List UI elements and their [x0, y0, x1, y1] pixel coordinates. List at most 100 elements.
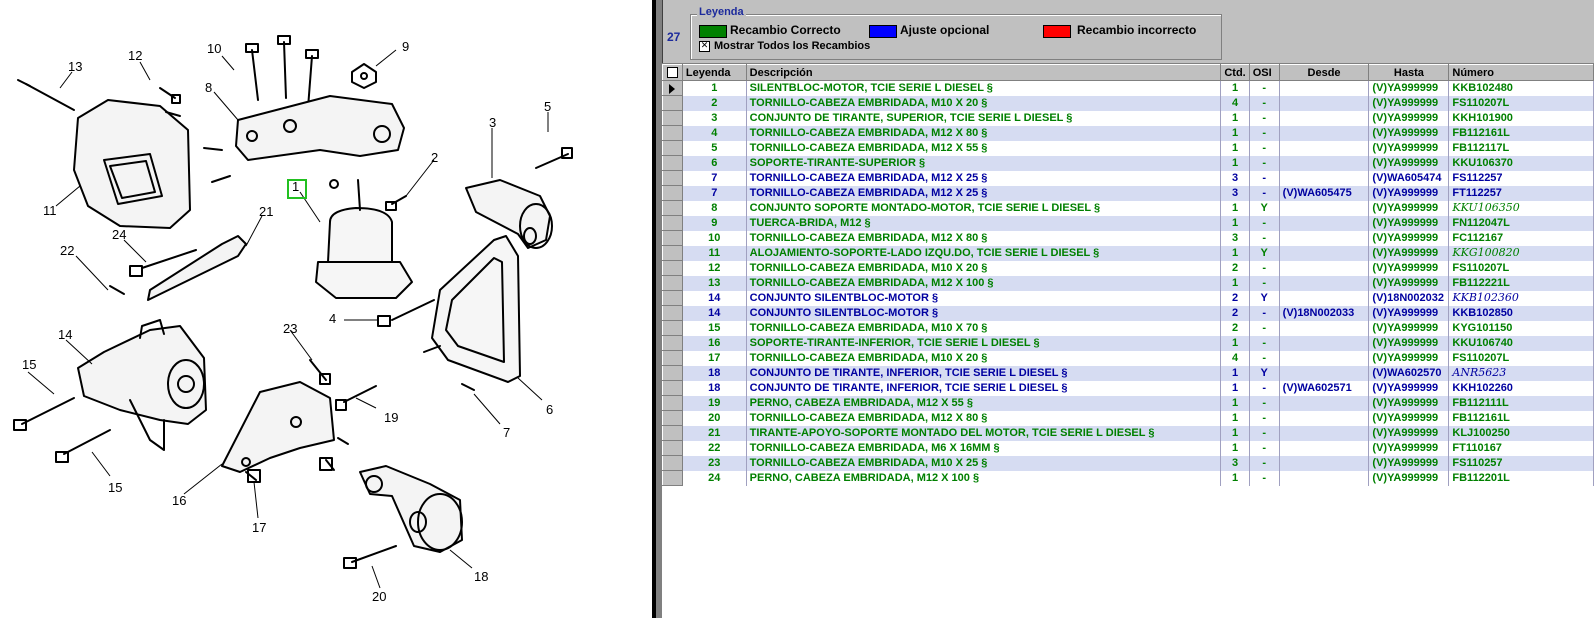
table-row[interactable]: 6 SOPORTE-TIRANTE-SUPERIOR § 1- (V)YA999999… [662, 155, 1594, 171]
cell-osi: - [1249, 155, 1280, 171]
callout-2[interactable]: 2 [431, 150, 438, 165]
cell-osi: - [1249, 380, 1280, 396]
callout-17[interactable]: 17 [252, 520, 266, 535]
table-row[interactable]: 14 CONJUNTO SILENTBLOC-MOTOR § 2 Y (V)18N002… [662, 290, 1594, 306]
select-all-header[interactable] [662, 64, 683, 81]
table-row[interactable]: 7 TORNILLO-CABEZA EMBRIDADA, M12 X 25 § 3-… [662, 185, 1594, 201]
table-row[interactable]: 13 TORNILLO-CABEZA EMBRIDADA, M12 X 100 §… [662, 275, 1594, 291]
callout-12[interactable]: 12 [128, 48, 142, 63]
cell-hasta: (V)YA999999 [1368, 335, 1450, 351]
cell-leyenda: 21 [682, 425, 747, 441]
select-all-checkbox[interactable] [667, 67, 678, 79]
cell-osi: - [1249, 80, 1280, 96]
callout-15[interactable]: 15 [22, 357, 36, 372]
table-row[interactable]: 11 ALOJAMIENTO-SOPORTE-LADO IZQU.DO, TCIE… [662, 245, 1594, 261]
cell-desde [1279, 365, 1370, 381]
callout-21[interactable]: 21 [259, 204, 273, 219]
cell-numero: FS110207L [1448, 350, 1594, 366]
cell-ctd: 1 [1220, 155, 1250, 171]
callout-18[interactable]: 18 [474, 569, 488, 584]
table-row[interactable]: 7 TORNILLO-CABEZA EMBRIDADA, M12 X 25 § 3-… [662, 170, 1594, 186]
cell-ctd: 2 [1220, 305, 1250, 321]
table-row[interactable]: 19 PERNO, CABEZA EMBRIDADA, M12 X 55 § 1- (… [662, 395, 1594, 411]
callout-15b[interactable]: 15 [108, 480, 122, 495]
table-row[interactable]: 21 TIRANTE-APOYO-SOPORTE MONTADO DEL MOTO… [662, 425, 1594, 441]
col-header-numero[interactable]: Número [1448, 64, 1594, 81]
callout-7[interactable]: 7 [503, 425, 510, 440]
callout-4[interactable]: 4 [329, 311, 336, 326]
row-header [662, 425, 683, 441]
cell-osi: - [1249, 455, 1280, 471]
callout-5[interactable]: 5 [544, 99, 551, 114]
col-header-osi[interactable]: OSI [1248, 64, 1280, 81]
table-row[interactable]: 12 TORNILLO-CABEZA EMBRIDADA, M10 X 20 § 2… [662, 260, 1594, 276]
callout-23[interactable]: 23 [283, 321, 297, 336]
legend-label-correct: Recambio Correcto [730, 23, 841, 37]
callout-11[interactable]: 11 [43, 203, 57, 218]
show-all-checkbox[interactable]: ✕ Mostrar Todos los Recambios [699, 40, 870, 52]
table-row[interactable]: 17 TORNILLO-CABEZA EMBRIDADA, M10 X 20 § 4… [662, 350, 1594, 366]
table-row[interactable]: 10 TORNILLO-CABEZA EMBRIDADA, M12 X 80 § 3… [662, 230, 1594, 246]
row-header [662, 335, 683, 351]
col-header-descripcion[interactable]: Descripción [745, 64, 1222, 81]
cell-osi: - [1249, 230, 1280, 246]
table-row[interactable]: 16 SOPORTE-TIRANTE-INFERIOR, TCIE SERIE L… [662, 335, 1594, 351]
cell-desde: (V)18N002033 [1279, 305, 1370, 321]
cell-desde [1279, 440, 1370, 456]
table-row[interactable]: 23 TORNILLO-CABEZA EMBRIDADA, M10 X 25 § 3… [662, 455, 1594, 471]
callout-10[interactable]: 10 [207, 41, 221, 56]
table-row[interactable]: 4 TORNILLO-CABEZA EMBRIDADA, M12 X 80 § 1-… [662, 125, 1594, 141]
cell-numero: FS110207L [1448, 260, 1594, 276]
cell-desde [1279, 215, 1370, 231]
cell-ctd: 1 [1220, 215, 1250, 231]
callout-24[interactable]: 24 [112, 227, 126, 242]
cell-descripcion: TORNILLO-CABEZA EMBRIDADA, M10 X 20 § [746, 260, 1222, 276]
cell-osi: Y [1249, 245, 1280, 261]
cell-hasta: (V)YA999999 [1368, 200, 1450, 216]
table-row[interactable]: 5 TORNILLO-CABEZA EMBRIDADA, M12 X 55 § 1-… [662, 140, 1594, 156]
callout-9[interactable]: 9 [402, 39, 409, 54]
callout-1[interactable]: 1 [292, 179, 299, 194]
checkbox-check-icon[interactable]: ✕ [699, 40, 710, 52]
table-row[interactable]: 22 TORNILLO-CABEZA EMBRIDADA, M6 X 16MM §… [662, 440, 1594, 456]
table-row[interactable]: 18 CONJUNTO DE TIRANTE, INFERIOR, TCIE SE… [662, 380, 1594, 396]
callout-16[interactable]: 16 [172, 493, 186, 508]
cell-descripcion: SOPORTE-TIRANTE-SUPERIOR § [746, 155, 1222, 171]
legend-swatch-optional [869, 25, 897, 38]
table-row[interactable]: 24 PERNO, CABEZA EMBRIDADA, M12 X 100 § 1-… [662, 470, 1594, 486]
row-header [662, 395, 683, 411]
cell-descripcion: PERNO, CABEZA EMBRIDADA, M12 X 100 § [746, 470, 1222, 486]
table-row[interactable]: 20 TORNILLO-CABEZA EMBRIDADA, M12 X 80 § 1… [662, 410, 1594, 426]
callout-14[interactable]: 14 [58, 327, 72, 342]
cell-desde [1279, 155, 1370, 171]
cell-descripcion: ALOJAMIENTO-SOPORTE-LADO IZQU.DO, TCIE S… [746, 245, 1222, 261]
table-row[interactable]: 3 CONJUNTO DE TIRANTE, SUPERIOR, TCIE SER… [662, 110, 1594, 126]
cell-desde [1279, 125, 1370, 141]
callout-6[interactable]: 6 [546, 402, 553, 417]
col-header-hasta[interactable]: Hasta [1368, 64, 1450, 81]
callout-13[interactable]: 13 [68, 59, 82, 74]
table-row[interactable]: 14 CONJUNTO SILENTBLOC-MOTOR § 2- (V)18N002… [662, 305, 1594, 321]
cell-leyenda: 9 [682, 215, 747, 231]
callout-22[interactable]: 22 [60, 243, 74, 258]
table-row[interactable]: 1 SILENTBLOC-MOTOR, TCIE SERIE L DIESEL §… [662, 80, 1594, 96]
col-header-ctd[interactable]: Ctd. [1220, 64, 1250, 81]
current-row-arrow-icon [669, 83, 676, 94]
table-row[interactable]: 18 CONJUNTO DE TIRANTE, INFERIOR, TCIE SE… [662, 365, 1594, 381]
callout-20[interactable]: 20 [372, 589, 386, 604]
col-header-leyenda[interactable]: Leyenda [681, 64, 747, 81]
row-header [662, 155, 683, 171]
callout-3[interactable]: 3 [489, 115, 496, 130]
row-header [662, 455, 683, 471]
parts-panel: 27 Leyenda Recambio Correcto Ajuste opci… [656, 0, 1594, 619]
cell-desde [1279, 350, 1370, 366]
table-row[interactable]: 9 TUERCA-BRIDA, M12 § 1- (V)YA999999 FN11204… [662, 215, 1594, 231]
col-header-desde[interactable]: Desde [1278, 64, 1370, 81]
callout-19[interactable]: 19 [384, 410, 398, 425]
legend-title: Leyenda [697, 6, 746, 18]
table-row[interactable]: 2 TORNILLO-CABEZA EMBRIDADA, M10 X 20 § 4-… [662, 95, 1594, 111]
table-row[interactable]: 8 CONJUNTO SOPORTE MONTADO-MOTOR, TCIE SE… [662, 200, 1594, 216]
table-row[interactable]: 15 TORNILLO-CABEZA EMBRIDADA, M10 X 70 § 2… [662, 320, 1594, 336]
cell-descripcion: TORNILLO-CABEZA EMBRIDADA, M12 X 80 § [746, 230, 1222, 246]
callout-8[interactable]: 8 [205, 80, 212, 95]
